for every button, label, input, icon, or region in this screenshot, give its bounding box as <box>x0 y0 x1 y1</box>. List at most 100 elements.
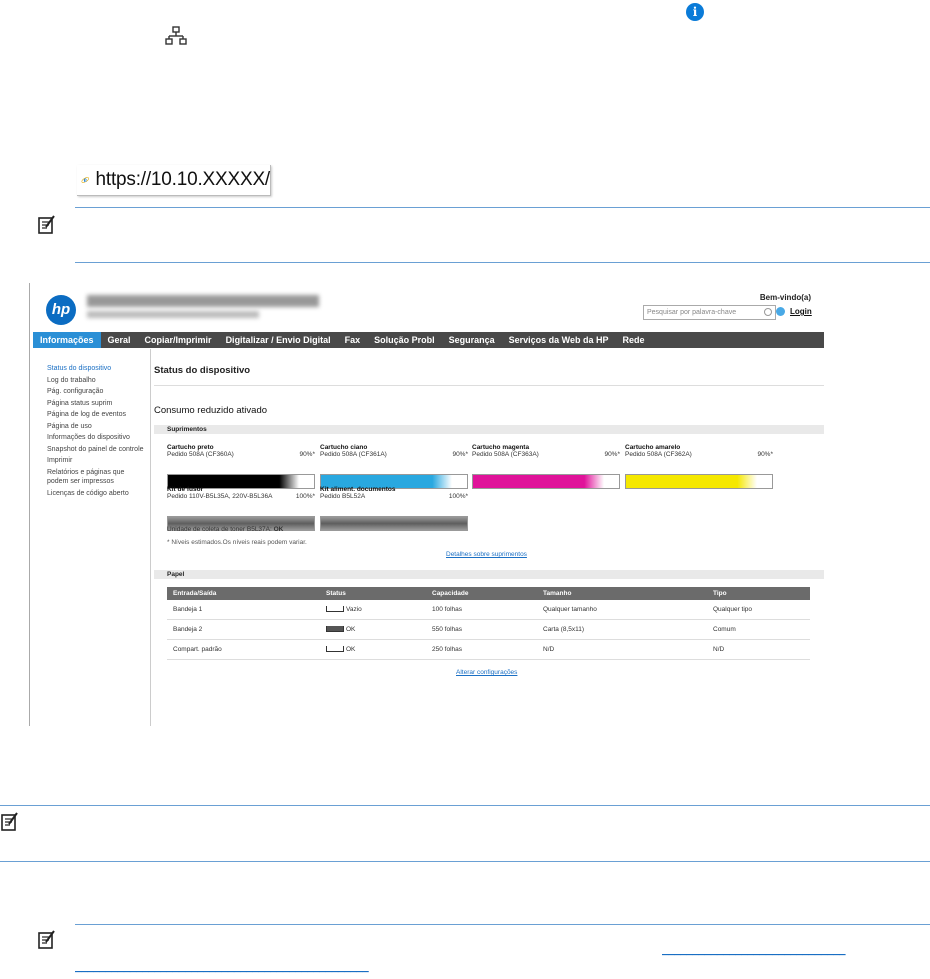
supply-black: Cartucho preto Pedido 508A (CF360A) 90%* <box>167 444 315 489</box>
tab-digitalizar[interactable]: Digitalizar / Envio Digital <box>219 332 338 348</box>
search-placeholder: Pesquisar por palavra-chave <box>647 309 737 316</box>
paper-table: Entrada/Saída Status Capacidade Tamanho … <box>167 587 810 660</box>
output-bin-icon <box>326 646 344 653</box>
separator <box>0 805 930 806</box>
column-header: Tipo <box>707 587 810 600</box>
tab-rede[interactable]: Rede <box>616 332 652 348</box>
sidebar-item-licencas[interactable]: Licenças de código aberto <box>47 488 150 500</box>
tray-capacity: 100 folhas <box>426 600 537 620</box>
sidebar-item-status-suprim[interactable]: Página status suprim <box>47 398 150 410</box>
sidebar-item-info-dispositivo[interactable]: Informações do dispositivo <box>47 432 150 444</box>
supplies-section-header: Suprimentos <box>154 425 824 434</box>
separator <box>75 924 930 925</box>
tab-geral[interactable]: Geral <box>101 332 138 348</box>
tab-solucao-probl[interactable]: Solução Probl <box>367 332 442 348</box>
supply-percent: 90%* <box>299 451 315 458</box>
note-icon <box>38 215 55 234</box>
sidebar-item-uso[interactable]: Página de uso <box>47 421 150 433</box>
sidebar-item-log-trabalho[interactable]: Log do trabalho <box>47 375 150 387</box>
tray-type: Qualquer tipo <box>707 600 810 620</box>
supply-percent: 90%* <box>604 451 620 458</box>
supply-order: Pedido 508A (CF363A) <box>472 451 539 458</box>
supply-order: Pedido 508A (CF362A) <box>625 451 692 458</box>
column-header: Tamanho <box>537 587 707 600</box>
supply-level-bar <box>625 474 773 489</box>
search-input[interactable]: Pesquisar por palavra-chave <box>643 305 776 320</box>
supply-order: Pedido 508A (CF360A) <box>167 451 234 458</box>
supply-name: Cartucho preto <box>167 444 214 451</box>
supply-percent: 90%* <box>452 451 468 458</box>
sidebar-item-configuracao[interactable]: Pág. configuração <box>47 386 150 398</box>
supply-order: Pedido B5L52A <box>320 493 366 500</box>
login-link[interactable]: Login <box>790 307 812 316</box>
supply-name: Kit de fusor <box>167 486 204 493</box>
column-header: Status <box>320 587 426 600</box>
help-link-continued[interactable]: ________________________________________… <box>75 961 567 973</box>
table-row: Bandeja 2 OK 550 folhas Carta (8,5x11) C… <box>167 619 810 640</box>
user-icon <box>776 307 785 316</box>
supply-yellow: Cartucho amarelo Pedido 508A (CF362A) 90… <box>625 444 773 489</box>
sidebar-item-log-eventos[interactable]: Página de log de eventos <box>47 409 150 421</box>
main-nav: Informações Geral Copiar/Imprimir Digita… <box>33 332 824 348</box>
tray-size: Carta (8,5x11) <box>537 619 707 640</box>
tray-full-icon <box>326 626 344 633</box>
toner-collection-unit: Unidade de coleta de toner B5L37A: OK <box>167 526 283 533</box>
supply-name: Cartucho amarelo <box>625 444 681 451</box>
main-content: Status do dispositivo Consumo reduzido a… <box>154 349 824 726</box>
change-settings-link[interactable]: Alterar configurações <box>456 669 517 676</box>
sidebar-item-snapshot[interactable]: Snapshot do painel de controle <box>47 444 150 456</box>
tray-status-text: Vazio <box>346 606 362 613</box>
eco-mode-status: Consumo reduzido ativado <box>154 405 268 416</box>
tray-status: Vazio <box>320 600 426 620</box>
tab-seguranca[interactable]: Segurança <box>442 332 502 348</box>
internet-explorer-icon: e <box>81 176 90 184</box>
tab-copiar-imprimir[interactable]: Copiar/Imprimir <box>138 332 219 348</box>
note-icon <box>38 930 55 949</box>
toner-unit-status: OK <box>273 526 284 533</box>
network-icon <box>165 26 187 45</box>
tray-status-text: OK <box>346 646 356 653</box>
toner-unit-label: Unidade de coleta de toner B5L37A: <box>167 526 272 533</box>
separator <box>75 262 930 263</box>
tray-capacity: 250 folhas <box>426 639 537 660</box>
sidebar-item-relatorios[interactable]: Relatórios e páginas que <box>47 468 150 477</box>
supply-percent: 100%* <box>295 493 315 500</box>
tab-informacoes[interactable]: Informações <box>33 332 101 348</box>
sidebar-item-status[interactable]: Status do dispositivo <box>47 363 150 375</box>
tray-name: Compart. padrão <box>167 639 320 660</box>
table-row: Compart. padrão OK 250 folhas N/D N/D <box>167 639 810 660</box>
supply-order: Pedido 110V-B5L35A, 220V-B5L36A <box>167 493 273 500</box>
supply-order: Pedido 508A (CF361A) <box>320 451 387 458</box>
ews-screenshot: hp Bem-vindo(a) Pesquisar por palavra-ch… <box>29 283 824 726</box>
sidebar-item-relatorios-cont[interactable]: podem ser impressos <box>47 477 150 486</box>
sidebar-item-imprimir[interactable]: Imprimir <box>47 455 150 467</box>
search-icon[interactable] <box>764 308 772 316</box>
tray-status: OK <box>320 639 426 660</box>
browser-address-bar[interactable]: e https://10.10.XXXXX/ <box>77 165 271 196</box>
supplies-details-link[interactable]: Detalhes sobre suprimentos <box>446 551 527 558</box>
tray-capacity: 550 folhas <box>426 619 537 640</box>
tray-type: Comum <box>707 619 810 640</box>
paper-section-header: Papel <box>154 570 824 579</box>
tab-fax[interactable]: Fax <box>338 332 368 348</box>
supply-doc-feeder-kit: Kit aliment. documentos Pedido B5L52A 10… <box>320 486 468 531</box>
supply-level-bar <box>320 516 468 531</box>
help-link[interactable]: ______________________________ <box>662 944 914 956</box>
tray-status-text: OK <box>346 626 356 633</box>
supply-percent: 100%* <box>448 493 468 500</box>
supply-name: Cartucho ciano <box>320 444 368 451</box>
supply-level-fill <box>321 517 467 530</box>
supply-level-fill <box>473 475 605 488</box>
supply-cyan: Cartucho ciano Pedido 508A (CF361A) 90%* <box>320 444 468 489</box>
tray-empty-icon <box>326 606 344 613</box>
sidebar: Status do dispositivo Log do trabalho Pá… <box>33 349 151 726</box>
note-icon <box>1 812 18 831</box>
supply-name: Kit aliment. documentos <box>320 486 396 493</box>
estimate-note: * Níveis estimados.Os níveis reais podem… <box>167 539 307 546</box>
tab-servicos-web[interactable]: Serviços da Web da HP <box>502 332 616 348</box>
table-row: Bandeja 1 Vazio 100 folhas Qualquer tama… <box>167 600 810 620</box>
tray-name: Bandeja 2 <box>167 619 320 640</box>
url-text: https://10.10.XXXXX/ <box>95 169 271 190</box>
tray-size: Qualquer tamanho <box>537 600 707 620</box>
separator <box>75 207 930 208</box>
